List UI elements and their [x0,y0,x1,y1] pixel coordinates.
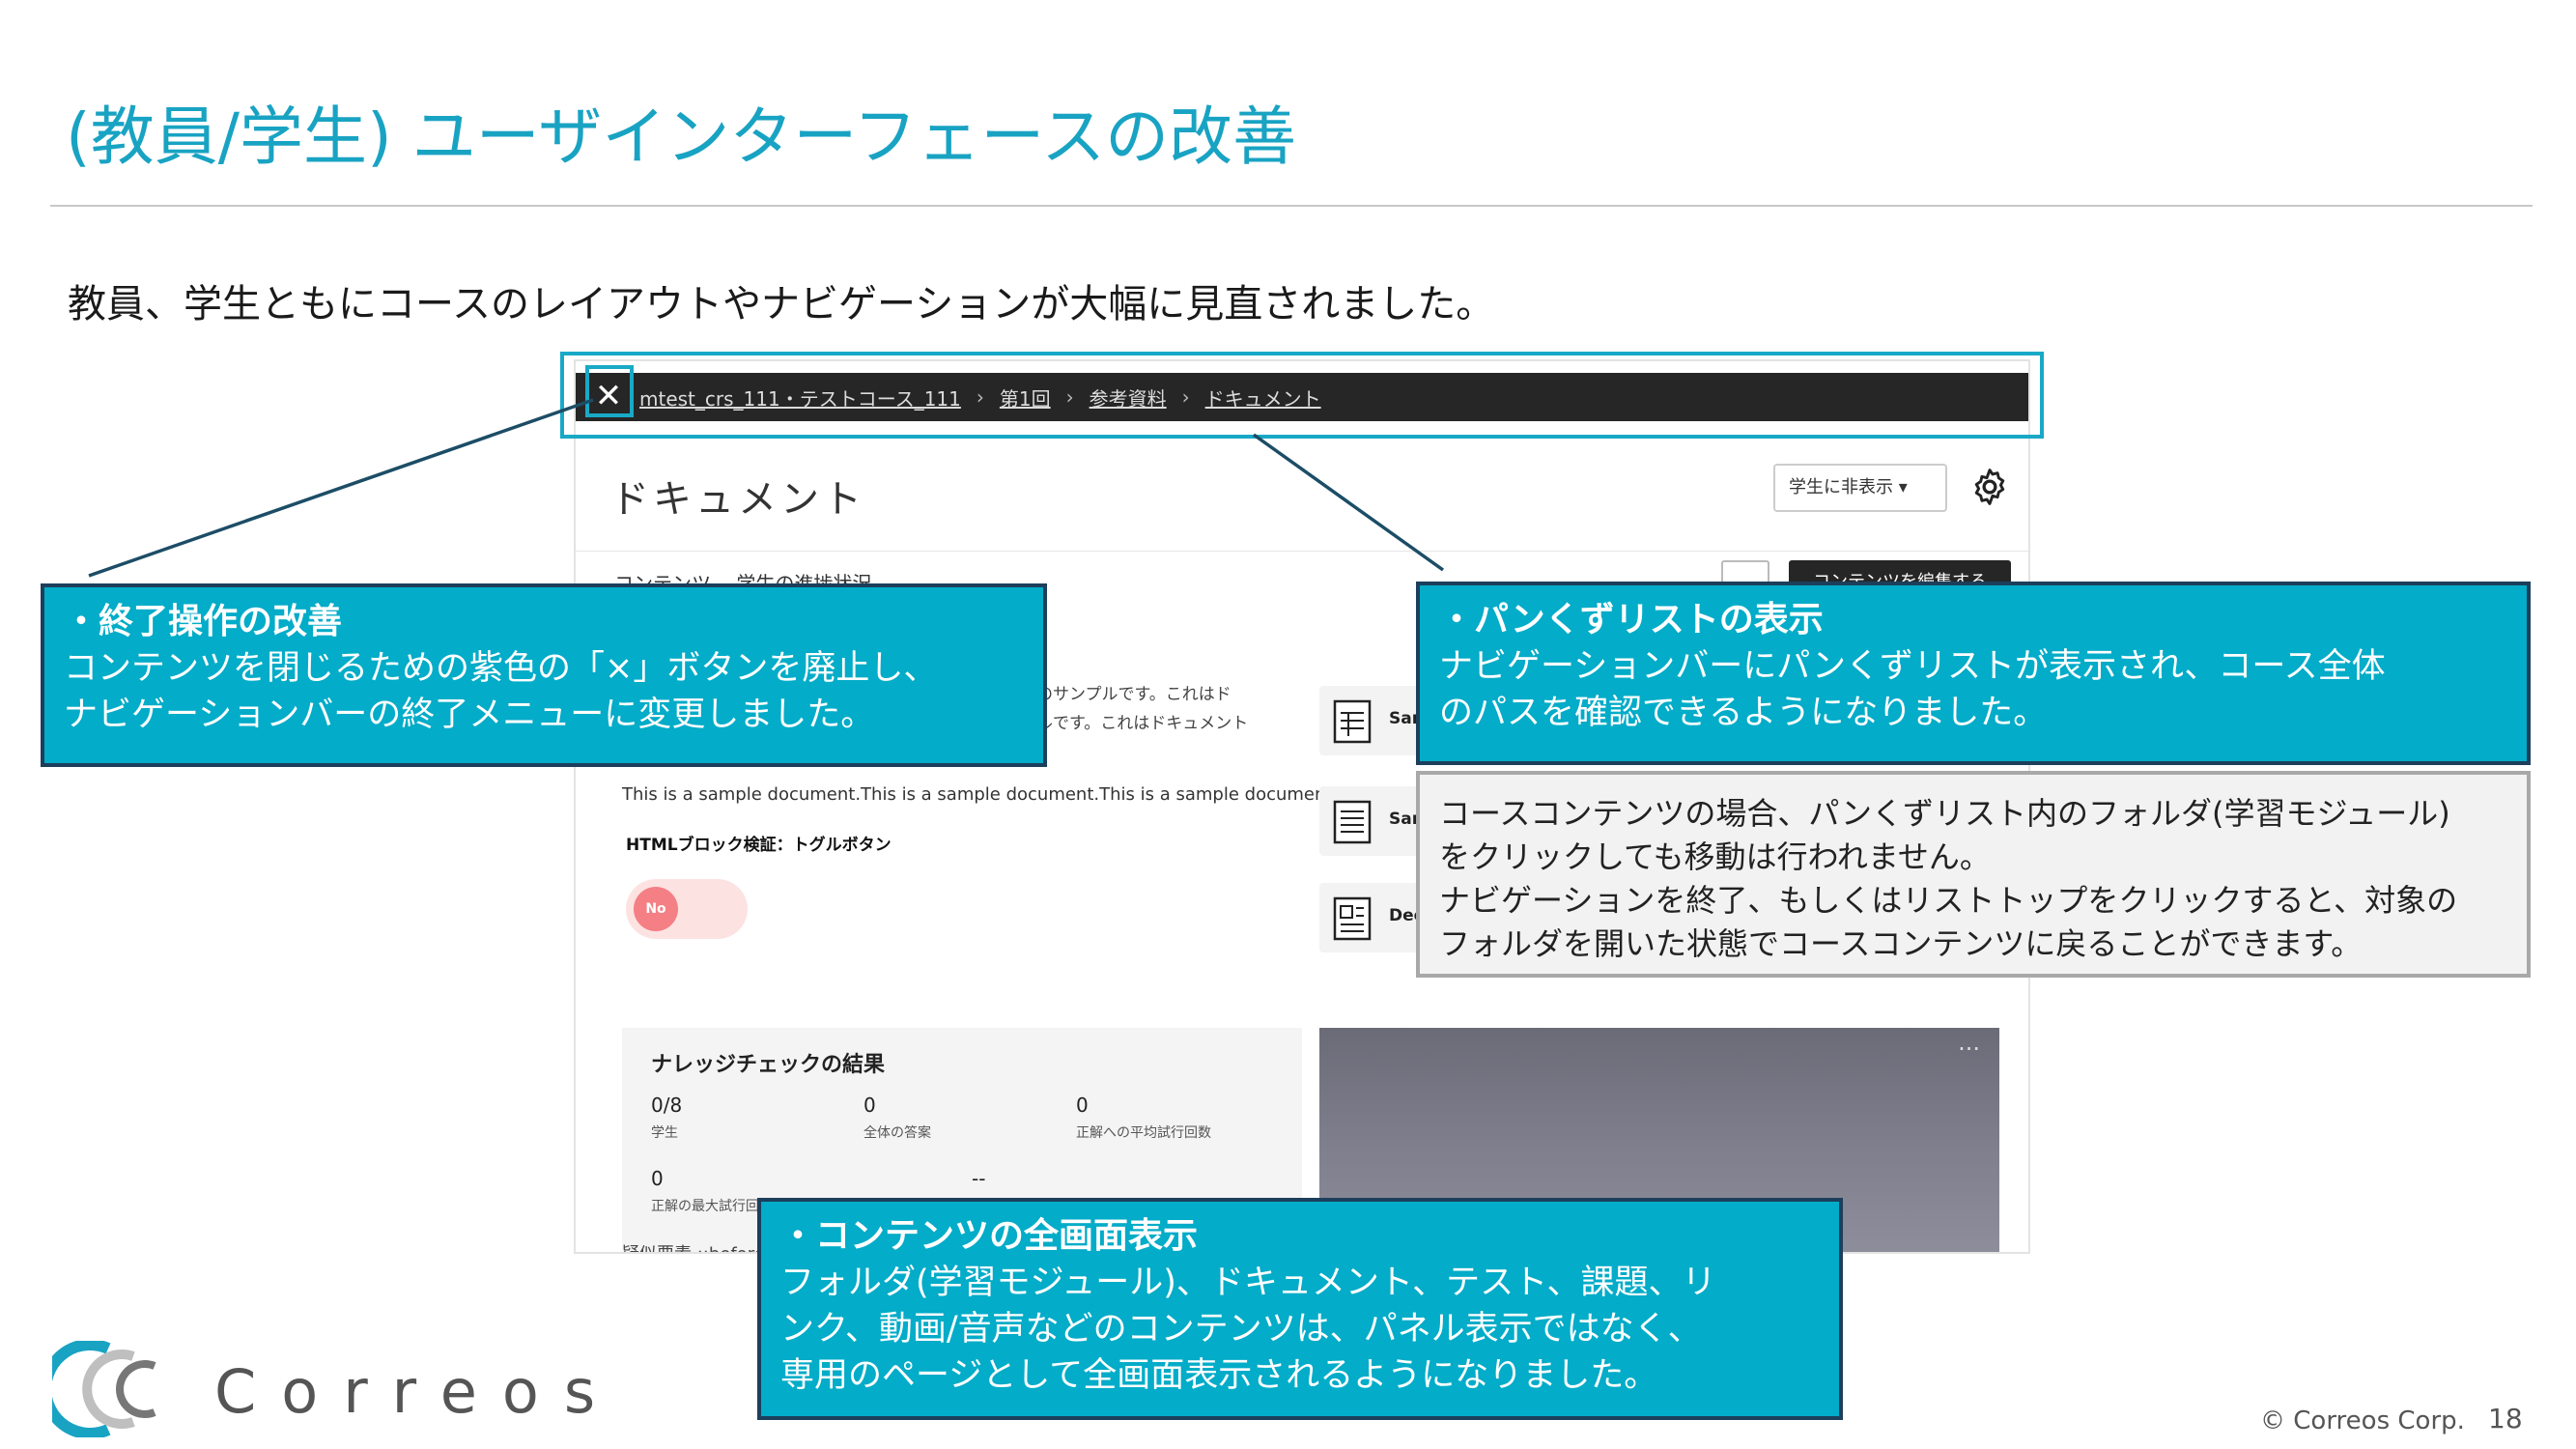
close-connector-line [88,398,594,578]
note-line: コースコンテンツの場合、パンくずリスト内のフォルダ(学習モジュール) [1439,795,2450,832]
fullscreen-callout: ・コンテンツの全画面表示 フォルダ(学習モジュール)、ドキュメント、テスト、課題… [757,1198,1843,1420]
note-line: をクリックしても移動は行われません。 [1439,838,1991,875]
breadcrumb-highlight-frame [560,352,2044,439]
document-title: ドキュメント [610,477,865,522]
page-number: 18 [2488,1403,2523,1435]
close-highlight-frame [585,365,634,417]
image-document-icon [1333,896,1372,941]
slide-title: (教員/学生) ユーザインターフェースの改善 [66,99,1297,174]
callout-heading: ・パンくずリストの表示 [1439,600,1824,639]
callout-line: 専用のページとして全画面表示されるようになりました。 [780,1356,1658,1395]
stat-value: -- [972,1167,986,1190]
stat-caption: 正解の最大試行回 [651,1199,759,1214]
stat-caption: 正解への平均試行回数 [1076,1125,1211,1141]
callout-heading: ・コンテンツの全画面表示 [780,1216,1199,1256]
document-snippet: トのサンプルです。これはド プルです。これはドキュメント [1020,680,1248,738]
callout-line: ナビゲーションバーの終了メニューに変更しました。 [64,696,875,734]
document-text: This is a sample document.This is a samp… [622,784,1339,805]
stat-value: 0/8 [651,1094,683,1117]
spreadsheet-icon [1333,699,1372,744]
logo-wordmark: Correos [214,1356,621,1427]
more-icon[interactable]: ··· [1958,1036,1980,1063]
document-snippet-line: プルです。これはドキュメント [1020,714,1249,733]
close-callout: ・終了操作の改善 コンテンツを閉じるための紫色の「×」ボタンを廃止し、 ナビゲー… [41,583,1047,767]
document-icon [1333,800,1372,844]
stat-value: 0 [1076,1094,1089,1117]
toggle-knob: No [634,887,678,931]
stat-caption: 学生 [651,1125,678,1141]
callout-line: ンク、動画/音声などのコンテンツは、パネル表示ではなく、 [780,1310,1702,1349]
breadcrumb-note: コースコンテンツの場合、パンくずリスト内のフォルダ(学習モジュール) をクリック… [1416,771,2531,978]
stat-value: 0 [651,1167,664,1190]
callout-line: コンテンツを閉じるための紫色の「×」ボタンを廃止し、 [64,649,938,688]
header-divider [576,551,2028,552]
stat-caption: 全体の答案 [863,1125,931,1141]
callout-heading: ・終了操作の改善 [64,602,343,641]
toggle-switch[interactable]: No [626,879,748,939]
callout-line: フォルダ(学習モジュール)、ドキュメント、テスト、課題、リ [780,1264,1716,1302]
knowledge-check-title: ナレッジチェックの結果 [651,1053,886,1077]
slide-subtitle: 教員、学生ともにコースのレイアウトやナビゲーションが大幅に見直されました。 [68,282,1495,327]
callout-line: ナビゲーションバーにパンくずリストが表示され、コース全体 [1439,647,2386,686]
note-line: フォルダを開いた状態でコースコンテンツに戻ることができます。 [1439,925,2363,962]
breadcrumb-callout: ・パンくずリストの表示 ナビゲーションバーにパンくずリストが表示され、コース全体… [1416,582,2531,765]
callout-line: のパスを確認できるようになりました。 [1439,694,2048,732]
visibility-select[interactable]: 学生に非表示 ▾ [1773,464,1947,512]
stat-value: 0 [863,1094,876,1117]
correos-logo-icon [52,1341,156,1437]
document-snippet-line: トのサンプルです。これはド [1020,685,1231,704]
note-line: ナビゲーションを終了、もしくはリストトップをクリックすると、対象の [1439,882,2458,919]
truncated-text: 疑似要素 ::before [622,1240,765,1252]
gear-icon[interactable] [1968,466,2011,508]
copyright: © Correos Corp. [2260,1406,2465,1435]
title-divider [50,205,2533,207]
html-block-label: HTMLブロック検証：トグルボタン [626,836,892,855]
